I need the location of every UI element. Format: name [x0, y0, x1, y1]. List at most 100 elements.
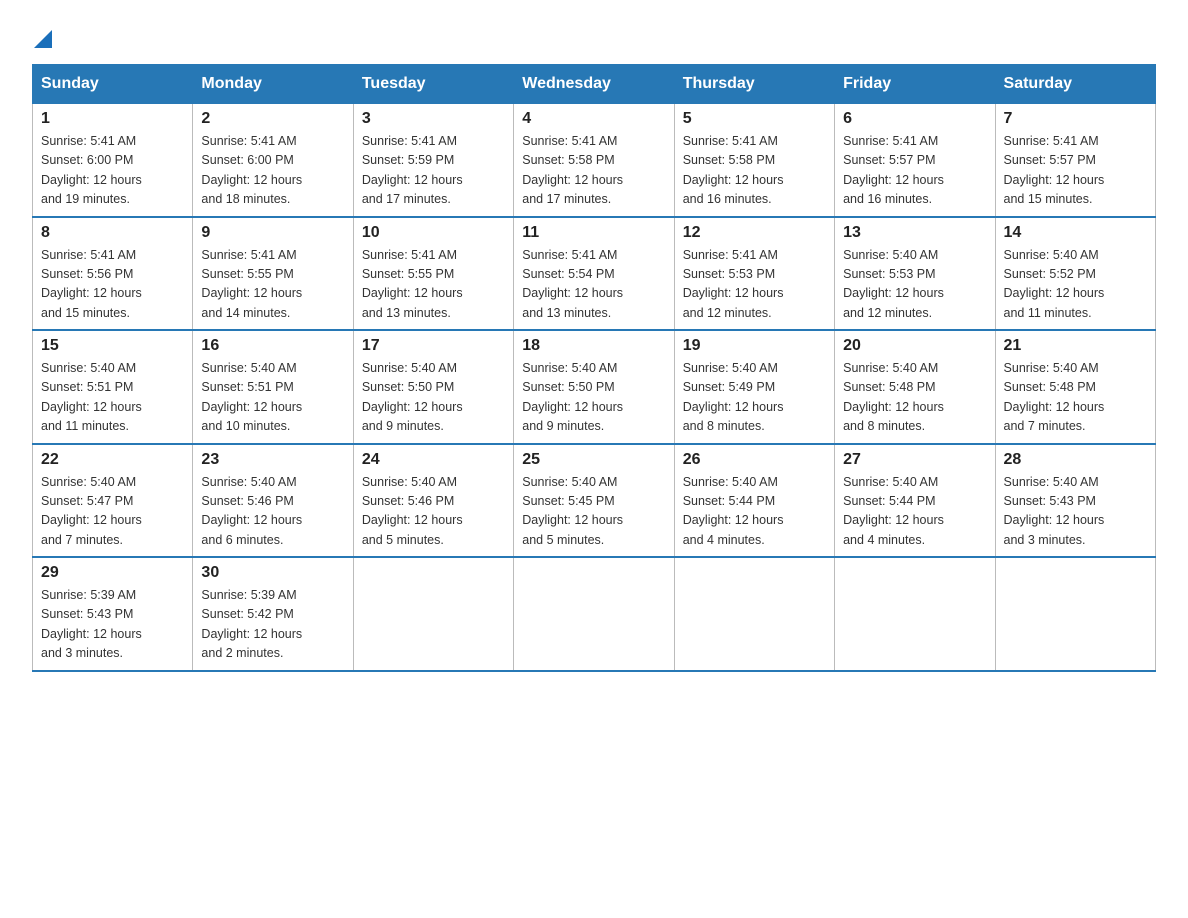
day-number: 5 — [683, 110, 826, 128]
day-number: 19 — [683, 337, 826, 355]
calendar-cell: 27 Sunrise: 5:40 AMSunset: 5:44 PMDayligh… — [835, 444, 995, 558]
day-info: Sunrise: 5:40 AMSunset: 5:47 PMDaylight:… — [41, 473, 184, 551]
day-number: 4 — [522, 110, 665, 128]
day-number: 17 — [362, 337, 505, 355]
weekday-header: Friday — [835, 65, 995, 104]
calendar-cell: 13 Sunrise: 5:40 AMSunset: 5:53 PMDayligh… — [835, 217, 995, 331]
calendar-cell: 8Sunrise: 5:41 AMSunset: 5:56 PMDaylight… — [33, 217, 193, 331]
day-number: 24 — [362, 451, 505, 469]
day-info: Sunrise: 5:41 AMSunset: 5:57 PMDaylight:… — [843, 132, 986, 210]
weekday-header: Sunday — [33, 65, 193, 104]
day-number: 1 — [41, 110, 184, 128]
day-info: Sunrise: 5:40 AMSunset: 5:51 PMDaylight:… — [41, 359, 184, 437]
day-info: Sunrise: 5:40 AMSunset: 5:50 PMDaylight:… — [522, 359, 665, 437]
calendar-cell: 29 Sunrise: 5:39 AMSunset: 5:43 PMDayligh… — [33, 557, 193, 671]
calendar-cell: 25 Sunrise: 5:40 AMSunset: 5:45 PMDayligh… — [514, 444, 674, 558]
calendar-cell: 12 Sunrise: 5:41 AMSunset: 5:53 PMDayligh… — [674, 217, 834, 331]
weekday-header: Saturday — [995, 65, 1155, 104]
calendar-cell: 19 Sunrise: 5:40 AMSunset: 5:49 PMDayligh… — [674, 330, 834, 444]
day-info: Sunrise: 5:40 AMSunset: 5:45 PMDaylight:… — [522, 473, 665, 551]
day-number: 21 — [1004, 337, 1147, 355]
day-info: Sunrise: 5:40 AMSunset: 5:44 PMDaylight:… — [843, 473, 986, 551]
day-number: 13 — [843, 224, 986, 242]
calendar-cell: 14 Sunrise: 5:40 AMSunset: 5:52 PMDayligh… — [995, 217, 1155, 331]
calendar-cell: 30 Sunrise: 5:39 AMSunset: 5:42 PMDayligh… — [193, 557, 353, 671]
day-info: Sunrise: 5:41 AMSunset: 6:00 PMDaylight:… — [201, 132, 344, 210]
day-number: 11 — [522, 224, 665, 242]
day-info: Sunrise: 5:40 AMSunset: 5:46 PMDaylight:… — [362, 473, 505, 551]
weekday-header: Tuesday — [353, 65, 513, 104]
calendar-cell: 24 Sunrise: 5:40 AMSunset: 5:46 PMDayligh… — [353, 444, 513, 558]
day-number: 18 — [522, 337, 665, 355]
day-number: 15 — [41, 337, 184, 355]
calendar-cell: 16 Sunrise: 5:40 AMSunset: 5:51 PMDayligh… — [193, 330, 353, 444]
calendar-cell: 28Sunrise: 5:40 AMSunset: 5:43 PMDayligh… — [995, 444, 1155, 558]
calendar-cell: 9 Sunrise: 5:41 AMSunset: 5:55 PMDaylight… — [193, 217, 353, 331]
calendar-cell — [514, 557, 674, 671]
day-info: Sunrise: 5:41 AMSunset: 5:58 PMDaylight:… — [683, 132, 826, 210]
day-number: 29 — [41, 564, 184, 582]
day-number: 6 — [843, 110, 986, 128]
day-number: 16 — [201, 337, 344, 355]
calendar-week-row: 22 Sunrise: 5:40 AMSunset: 5:47 PMDayligh… — [33, 444, 1156, 558]
day-info: Sunrise: 5:40 AMSunset: 5:53 PMDaylight:… — [843, 246, 986, 324]
calendar-cell — [995, 557, 1155, 671]
day-info: Sunrise: 5:40 AMSunset: 5:48 PMDaylight:… — [1004, 359, 1147, 437]
day-number: 12 — [683, 224, 826, 242]
day-info: Sunrise: 5:41 AMSunset: 5:54 PMDaylight:… — [522, 246, 665, 324]
calendar-cell: 21 Sunrise: 5:40 AMSunset: 5:48 PMDayligh… — [995, 330, 1155, 444]
calendar-cell — [674, 557, 834, 671]
day-info: Sunrise: 5:41 AMSunset: 5:55 PMDaylight:… — [362, 246, 505, 324]
day-info: Sunrise: 5:41 AMSunset: 5:57 PMDaylight:… — [1004, 132, 1147, 210]
day-info: Sunrise: 5:41 AMSunset: 5:55 PMDaylight:… — [201, 246, 344, 324]
day-info: Sunrise: 5:39 AMSunset: 5:43 PMDaylight:… — [41, 586, 184, 664]
day-info: Sunrise: 5:41 AMSunset: 5:53 PMDaylight:… — [683, 246, 826, 324]
calendar-week-row: 8Sunrise: 5:41 AMSunset: 5:56 PMDaylight… — [33, 217, 1156, 331]
calendar-week-row: 15 Sunrise: 5:40 AMSunset: 5:51 PMDayligh… — [33, 330, 1156, 444]
calendar-cell: 18 Sunrise: 5:40 AMSunset: 5:50 PMDayligh… — [514, 330, 674, 444]
calendar-cell: 20Sunrise: 5:40 AMSunset: 5:48 PMDayligh… — [835, 330, 995, 444]
day-number: 8 — [41, 224, 184, 242]
day-info: Sunrise: 5:41 AMSunset: 6:00 PMDaylight:… — [41, 132, 184, 210]
page-header — [32, 24, 1156, 48]
day-info: Sunrise: 5:41 AMSunset: 5:59 PMDaylight:… — [362, 132, 505, 210]
logo-triangle-icon — [34, 30, 52, 48]
day-number: 14 — [1004, 224, 1147, 242]
calendar-cell — [835, 557, 995, 671]
day-number: 3 — [362, 110, 505, 128]
calendar-cell: 1 Sunrise: 5:41 AMSunset: 6:00 PMDaylight… — [33, 104, 193, 217]
calendar-cell: 22 Sunrise: 5:40 AMSunset: 5:47 PMDayligh… — [33, 444, 193, 558]
day-number: 25 — [522, 451, 665, 469]
day-number: 22 — [41, 451, 184, 469]
day-number: 20 — [843, 337, 986, 355]
day-number: 23 — [201, 451, 344, 469]
weekday-header: Wednesday — [514, 65, 674, 104]
day-info: Sunrise: 5:40 AMSunset: 5:51 PMDaylight:… — [201, 359, 344, 437]
calendar-cell: 17 Sunrise: 5:40 AMSunset: 5:50 PMDayligh… — [353, 330, 513, 444]
calendar-cell: 26 Sunrise: 5:40 AMSunset: 5:44 PMDayligh… — [674, 444, 834, 558]
calendar-cell: 10 Sunrise: 5:41 AMSunset: 5:55 PMDayligh… — [353, 217, 513, 331]
day-info: Sunrise: 5:40 AMSunset: 5:52 PMDaylight:… — [1004, 246, 1147, 324]
day-info: Sunrise: 5:40 AMSunset: 5:46 PMDaylight:… — [201, 473, 344, 551]
calendar-cell: 6 Sunrise: 5:41 AMSunset: 5:57 PMDaylight… — [835, 104, 995, 217]
day-info: Sunrise: 5:40 AMSunset: 5:44 PMDaylight:… — [683, 473, 826, 551]
day-info: Sunrise: 5:40 AMSunset: 5:50 PMDaylight:… — [362, 359, 505, 437]
calendar-cell: 15 Sunrise: 5:40 AMSunset: 5:51 PMDayligh… — [33, 330, 193, 444]
day-number: 2 — [201, 110, 344, 128]
logo — [32, 28, 52, 48]
day-info: Sunrise: 5:40 AMSunset: 5:49 PMDaylight:… — [683, 359, 826, 437]
day-info: Sunrise: 5:39 AMSunset: 5:42 PMDaylight:… — [201, 586, 344, 664]
day-number: 9 — [201, 224, 344, 242]
day-number: 28 — [1004, 451, 1147, 469]
calendar-cell: 3 Sunrise: 5:41 AMSunset: 5:59 PMDaylight… — [353, 104, 513, 217]
calendar-cell — [353, 557, 513, 671]
calendar-cell: 2 Sunrise: 5:41 AMSunset: 6:00 PMDaylight… — [193, 104, 353, 217]
day-number: 30 — [201, 564, 344, 582]
day-number: 10 — [362, 224, 505, 242]
day-info: Sunrise: 5:41 AMSunset: 5:58 PMDaylight:… — [522, 132, 665, 210]
day-number: 7 — [1004, 110, 1147, 128]
calendar-cell: 11 Sunrise: 5:41 AMSunset: 5:54 PMDayligh… — [514, 217, 674, 331]
day-number: 27 — [843, 451, 986, 469]
calendar-week-row: 29 Sunrise: 5:39 AMSunset: 5:43 PMDayligh… — [33, 557, 1156, 671]
day-number: 26 — [683, 451, 826, 469]
